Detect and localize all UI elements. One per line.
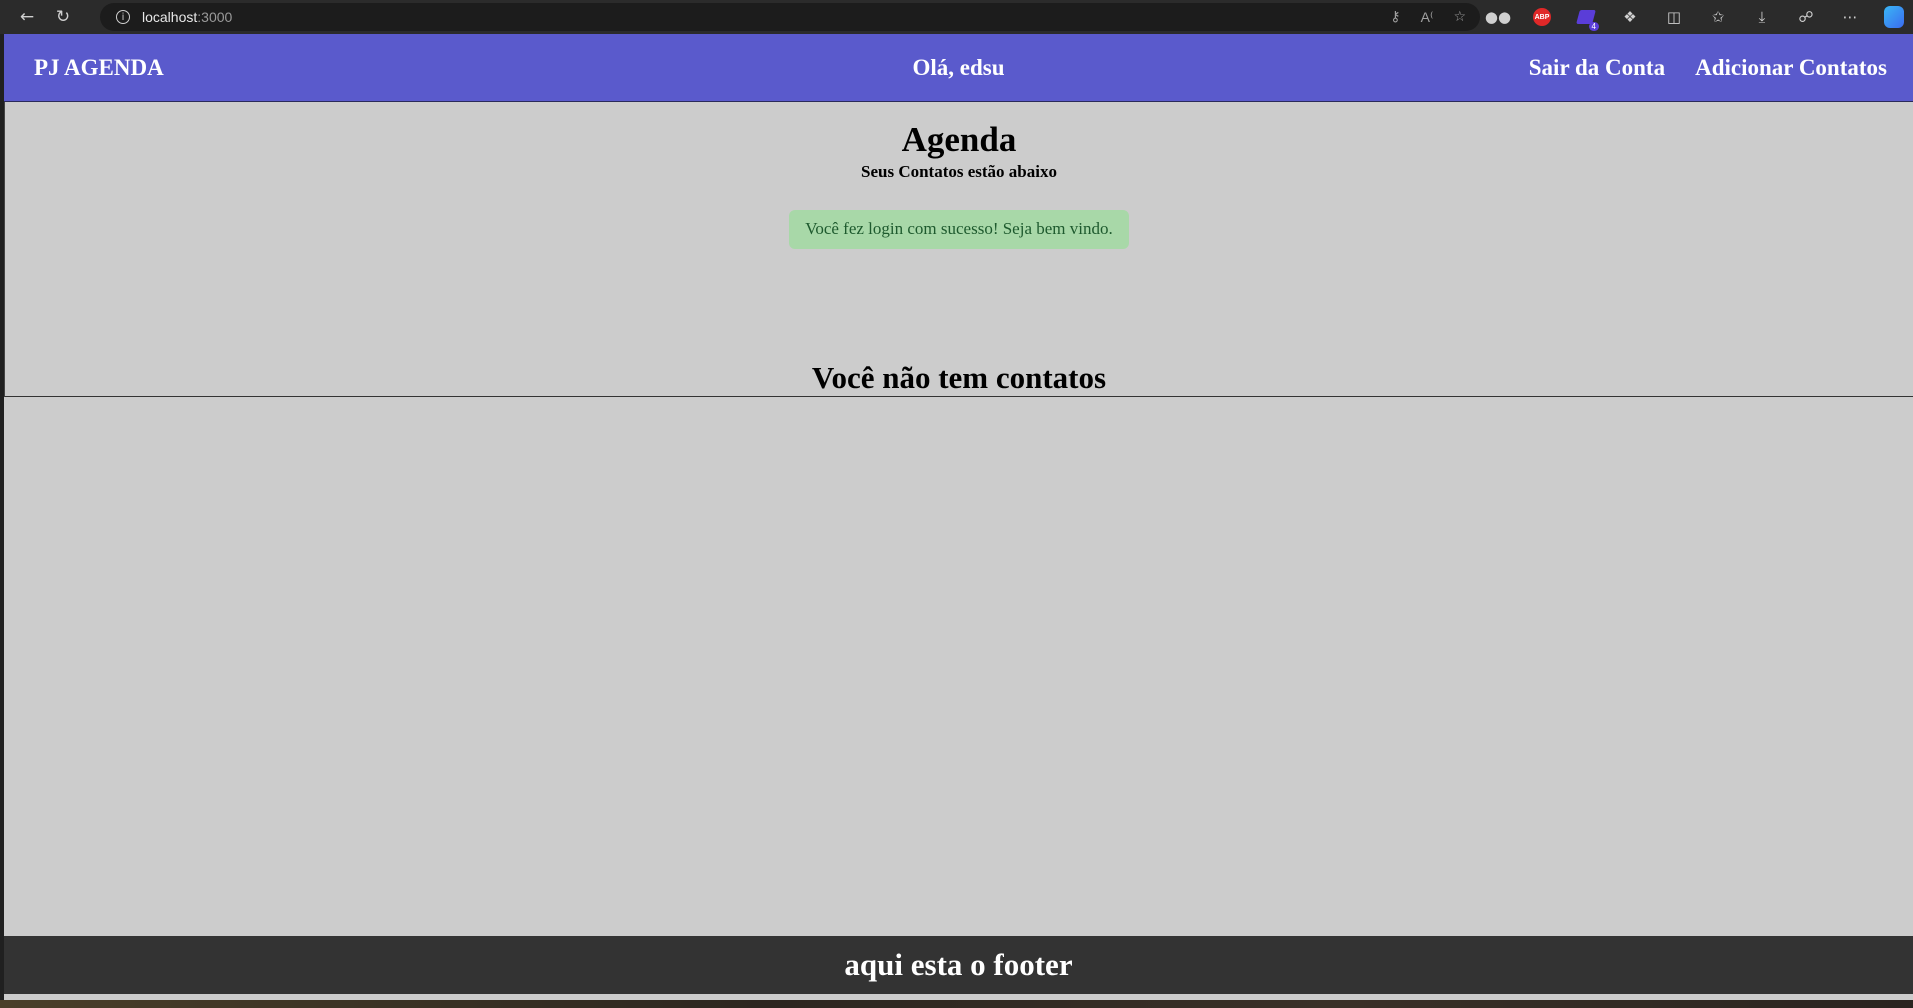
empty-contacts-message: Você não tem contatos [811,360,1107,395]
extension-glasses-icon[interactable]: ●● [1485,6,1511,28]
success-alert: Você fez login com sucesso! Seja bem vin… [789,210,1129,249]
footer: aqui esta o footer [4,936,1913,994]
page-viewport: PJ AGENDA Olá, edsu Sair da Conta Adicio… [4,34,1913,1008]
extension-badge-count: 4 [1588,22,1599,31]
split-screen-icon[interactable]: ◫ [1663,6,1685,28]
user-greeting: Olá, edsu [912,55,1005,80]
address-bar[interactable]: i localhost:3000 ⚷ A⁽ ☆ [100,3,1480,31]
logout-link[interactable]: Sair da Conta [1529,55,1665,81]
main-content: Agenda Seus Contatos estão abaixo Você f… [4,102,1913,397]
navbar: PJ AGENDA Olá, edsu Sair da Conta Adicio… [4,34,1913,102]
reload-icon[interactable]: ↻ [52,6,74,28]
read-aloud-icon[interactable]: A⁽ [1421,9,1434,26]
downloads-icon[interactable]: ⤓ [1751,6,1773,28]
share-icon[interactable]: ☍ [1795,6,1817,28]
favorite-star-icon[interactable]: ☆ [1453,9,1466,25]
extensions-puzzle-icon[interactable]: ❖ [1619,6,1641,28]
nav-links: Sair da Conta Adicionar Contatos [1529,34,1887,102]
brand-logo[interactable]: PJ AGENDA [34,34,164,102]
browser-toolbar: ← ↻ i localhost:3000 ⚷ A⁽ ☆ ●● ABP 4 ❖ ◫… [0,0,1913,34]
extension-badge-icon[interactable]: 4 [1575,6,1599,31]
url-port: :3000 [197,9,233,25]
copilot-icon[interactable] [1883,6,1905,28]
page-subtitle: Seus Contatos estão abaixo [861,162,1057,181]
add-contacts-link[interactable]: Adicionar Contatos [1695,55,1887,81]
back-icon[interactable]: ← [16,6,38,28]
key-icon[interactable]: ⚷ [1390,9,1400,25]
adblock-label: ABP [1533,8,1551,26]
os-taskbar [0,1000,1913,1008]
favorites-icon[interactable]: ✩ [1707,6,1729,28]
more-icon[interactable]: ⋯ [1839,6,1861,28]
info-icon[interactable]: i [116,10,130,24]
adblock-icon[interactable]: ABP [1531,6,1553,28]
url-host: localhost [142,9,198,25]
page-title: Agenda [901,120,1017,159]
